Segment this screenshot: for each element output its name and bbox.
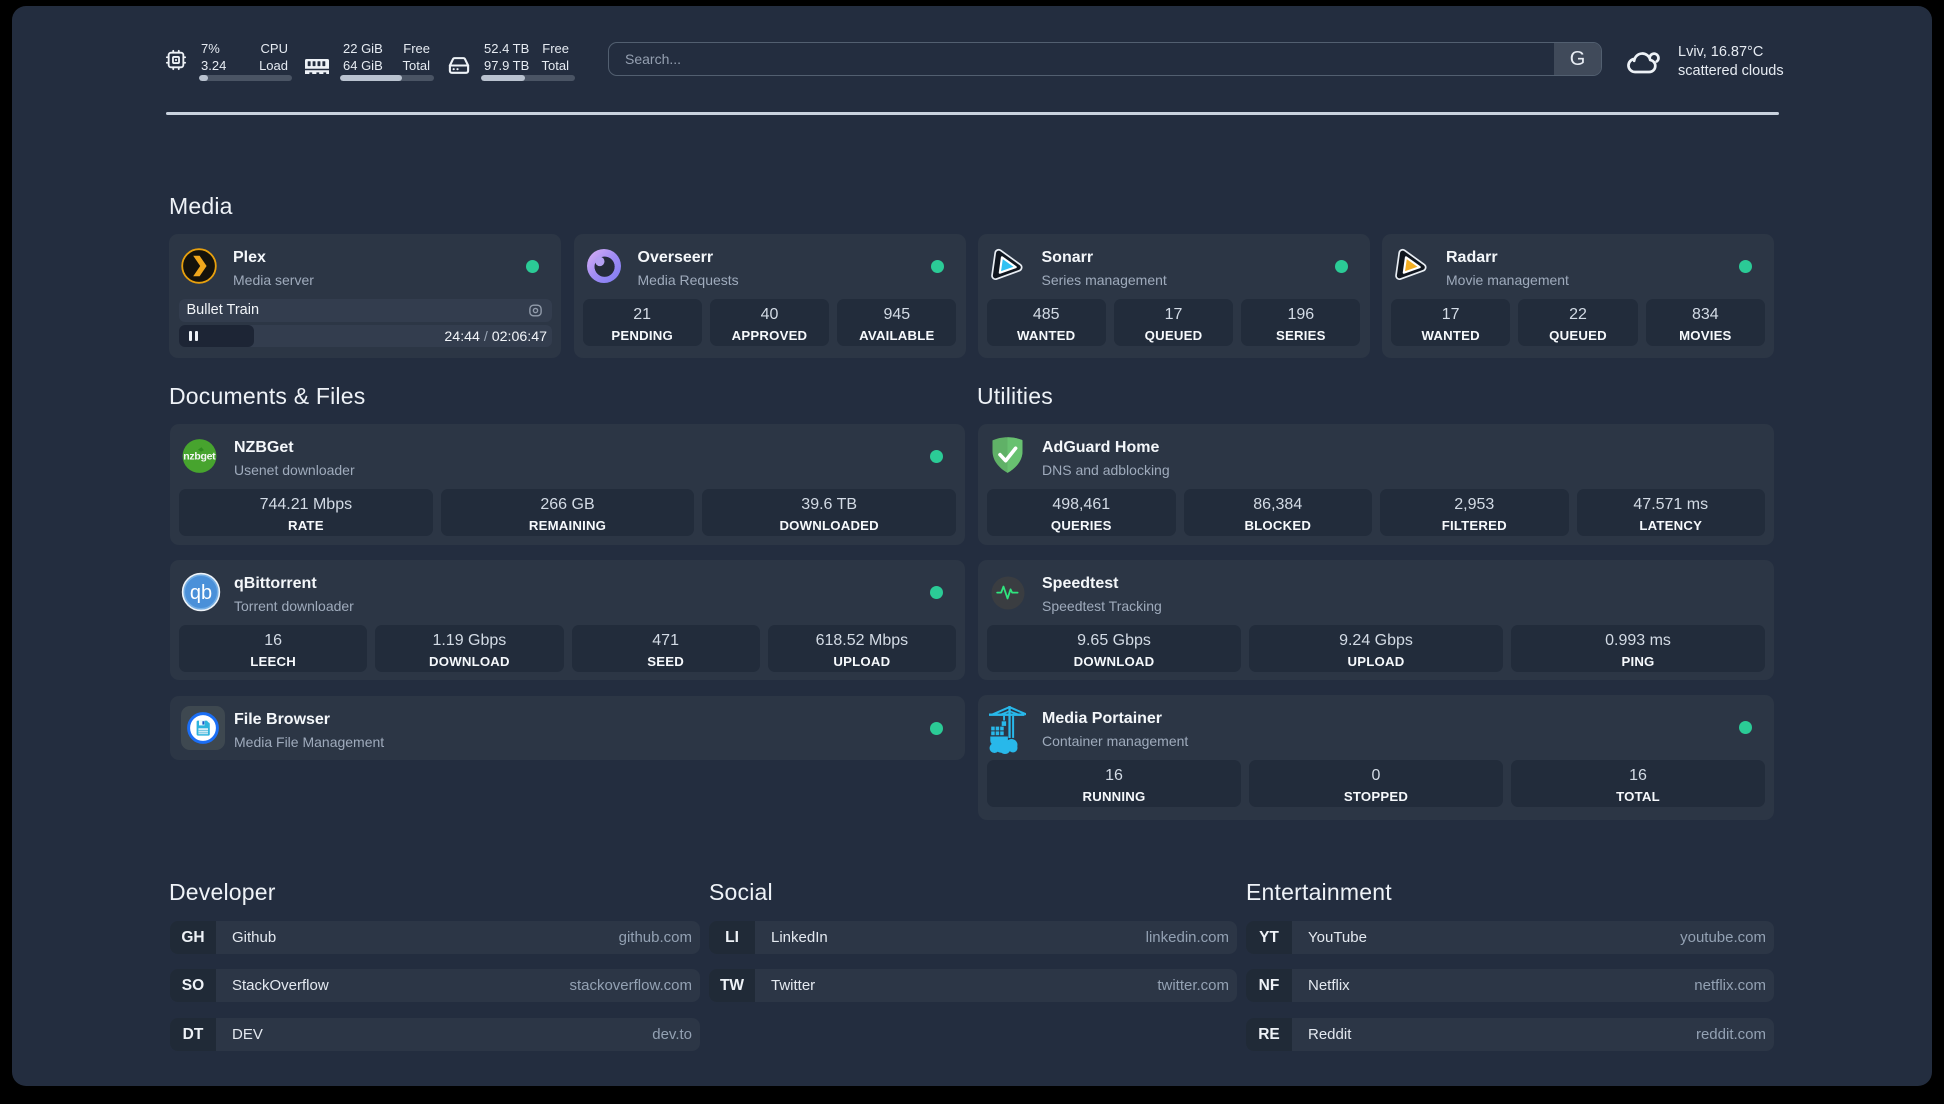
svg-text:nzbget: nzbget <box>183 451 216 463</box>
svg-text:qb: qb <box>190 582 212 604</box>
